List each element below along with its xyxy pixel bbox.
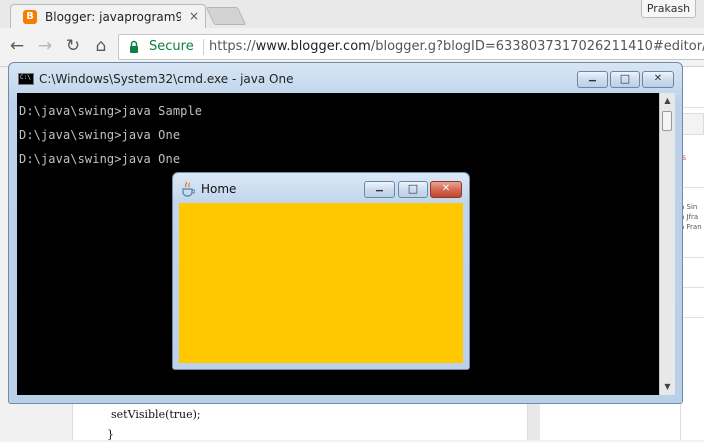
home-maximize-button[interactable]: □	[398, 181, 428, 198]
tab-strip: B Blogger: javaprogram99. × Prakash	[0, 0, 704, 28]
url-scheme: https://	[209, 39, 256, 54]
close-icon: ✕	[441, 183, 451, 194]
cmd-close-button[interactable]: ✕	[642, 71, 674, 88]
divider	[680, 287, 704, 288]
forward-arrow-icon[interactable]: →	[35, 36, 55, 56]
settings-button[interactable]	[680, 113, 704, 135]
divider	[680, 317, 704, 318]
secure-label: Secure	[149, 39, 194, 54]
reload-icon[interactable]: ↻	[63, 36, 83, 56]
tab-title: Blogger: javaprogram99.	[45, 10, 181, 24]
new-tab-button[interactable]	[205, 7, 247, 25]
scroll-up-arrow-icon[interactable]: ▲	[660, 93, 675, 109]
minimize-icon: ▁	[589, 72, 596, 82]
divider	[680, 107, 704, 108]
console-line: D:\java\swing>java One	[19, 152, 181, 166]
java-icon	[182, 181, 195, 197]
console-line: D:\java\swing>java Sample	[19, 104, 203, 118]
divider	[680, 187, 704, 188]
lock-icon	[130, 40, 138, 53]
url-text: https://www.blogger.com/blogger.g?blogID…	[209, 39, 704, 54]
address-bar[interactable]: Secure https://www.blogger.com/blogger.g…	[118, 34, 704, 60]
url-host: www.blogger.com	[255, 39, 371, 54]
tab-close-icon[interactable]: ×	[189, 9, 199, 23]
home-content-panel[interactable]	[179, 203, 463, 363]
scroll-thumb[interactable]	[662, 111, 672, 131]
label-item: a Fran	[680, 223, 702, 231]
cmd-minimize-button[interactable]: ▁	[577, 71, 608, 88]
close-icon: ✕	[653, 73, 663, 84]
home-icon[interactable]: ⌂	[91, 36, 111, 56]
blogger-icon: B	[23, 10, 37, 24]
browser-tab[interactable]: B Blogger: javaprogram99. ×	[10, 4, 206, 28]
maximize-icon: □	[407, 182, 419, 195]
cmd-icon: C:\	[18, 73, 34, 85]
console-line: D:\java\swing>java One	[19, 128, 181, 142]
home-close-button[interactable]: ✕	[430, 181, 462, 198]
home-window[interactable]: Home ▁ □ ✕	[172, 172, 470, 370]
profile-button[interactable]: Prakash	[641, 0, 696, 18]
editor-code-line: setVisible(true);	[111, 408, 201, 421]
minimize-icon: ▁	[376, 182, 383, 192]
url-path: /blogger.g?blogID=6338037317026211410#ed…	[370, 39, 704, 54]
home-minimize-button[interactable]: ▁	[364, 181, 395, 198]
cmd-maximize-button[interactable]: □	[610, 71, 640, 88]
back-arrow-icon[interactable]: ←	[7, 36, 27, 56]
scroll-down-arrow-icon[interactable]: ▼	[660, 379, 675, 395]
omnibox-divider	[203, 39, 204, 55]
cmd-window-title: C:\Windows\System32\cmd.exe - java One	[39, 72, 294, 86]
editor-code: setVisible(true); }	[107, 402, 201, 442]
home-window-title: Home	[201, 182, 237, 196]
cmd-scrollbar[interactable]: ▲ ▼	[659, 93, 675, 395]
divider	[680, 257, 704, 258]
maximize-icon: □	[619, 72, 631, 85]
